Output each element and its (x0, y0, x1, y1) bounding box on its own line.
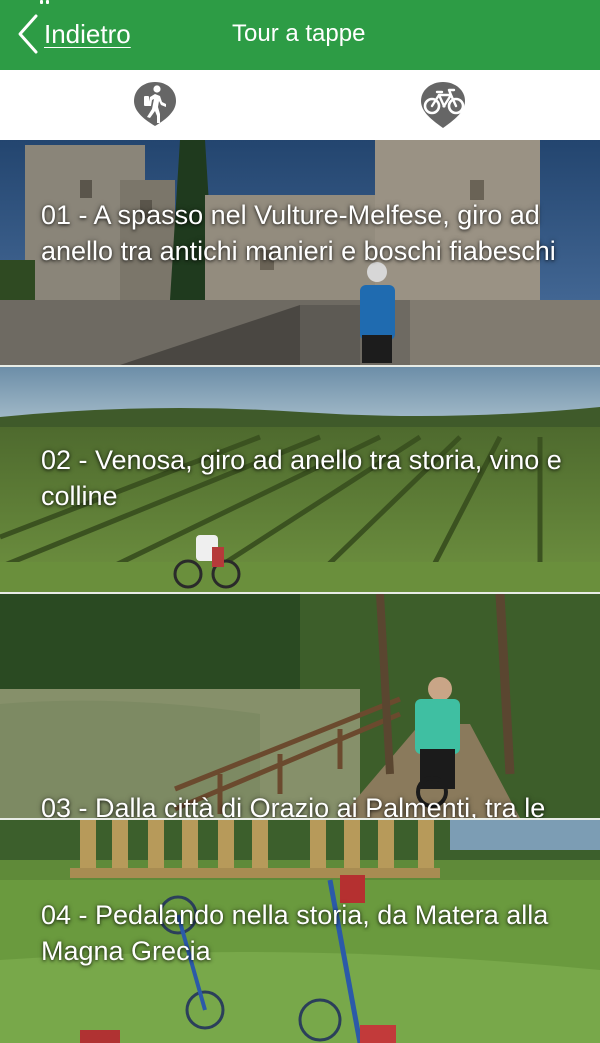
tour-list: 01 - A spasso nel Vulture-Melfese, giro … (0, 140, 600, 1043)
tab-bar (0, 70, 600, 140)
tour-card-01[interactable]: 01 - A spasso nel Vulture-Melfese, giro … (0, 140, 600, 365)
tour-card-04[interactable]: 04 - Pedalando nella storia, da Matera a… (0, 820, 600, 1043)
back-button[interactable]: Indietro (14, 12, 131, 56)
river-path-photo (0, 594, 600, 818)
tour-title: 01 - A spasso nel Vulture-Melfese, giro … (41, 200, 556, 266)
hiker-pin-icon (134, 82, 176, 126)
tour-card-02[interactable]: 02 - Venosa, giro ad anello tra storia, … (0, 367, 600, 592)
back-label: Indietro (44, 18, 131, 49)
tour-title: 04 - Pedalando nella storia, da Matera a… (41, 900, 549, 966)
tab-cycling[interactable] (300, 70, 600, 140)
tour-card-03[interactable]: 03 - Dalla città di Orazio ai Palmenti, … (0, 594, 600, 818)
app-header: Indietro Tour a tappe (0, 0, 600, 70)
tab-walking[interactable] (0, 70, 300, 140)
tour-title: 02 - Venosa, giro ad anello tra storia, … (41, 445, 562, 511)
page-title-text: Tour a tappe (232, 20, 366, 47)
chevron-left-icon (18, 14, 38, 54)
status-indicator (40, 0, 50, 5)
bicycle-pin-icon (421, 82, 465, 128)
tour-title: 03 - Dalla città di Orazio ai Palmenti, … (41, 793, 546, 818)
